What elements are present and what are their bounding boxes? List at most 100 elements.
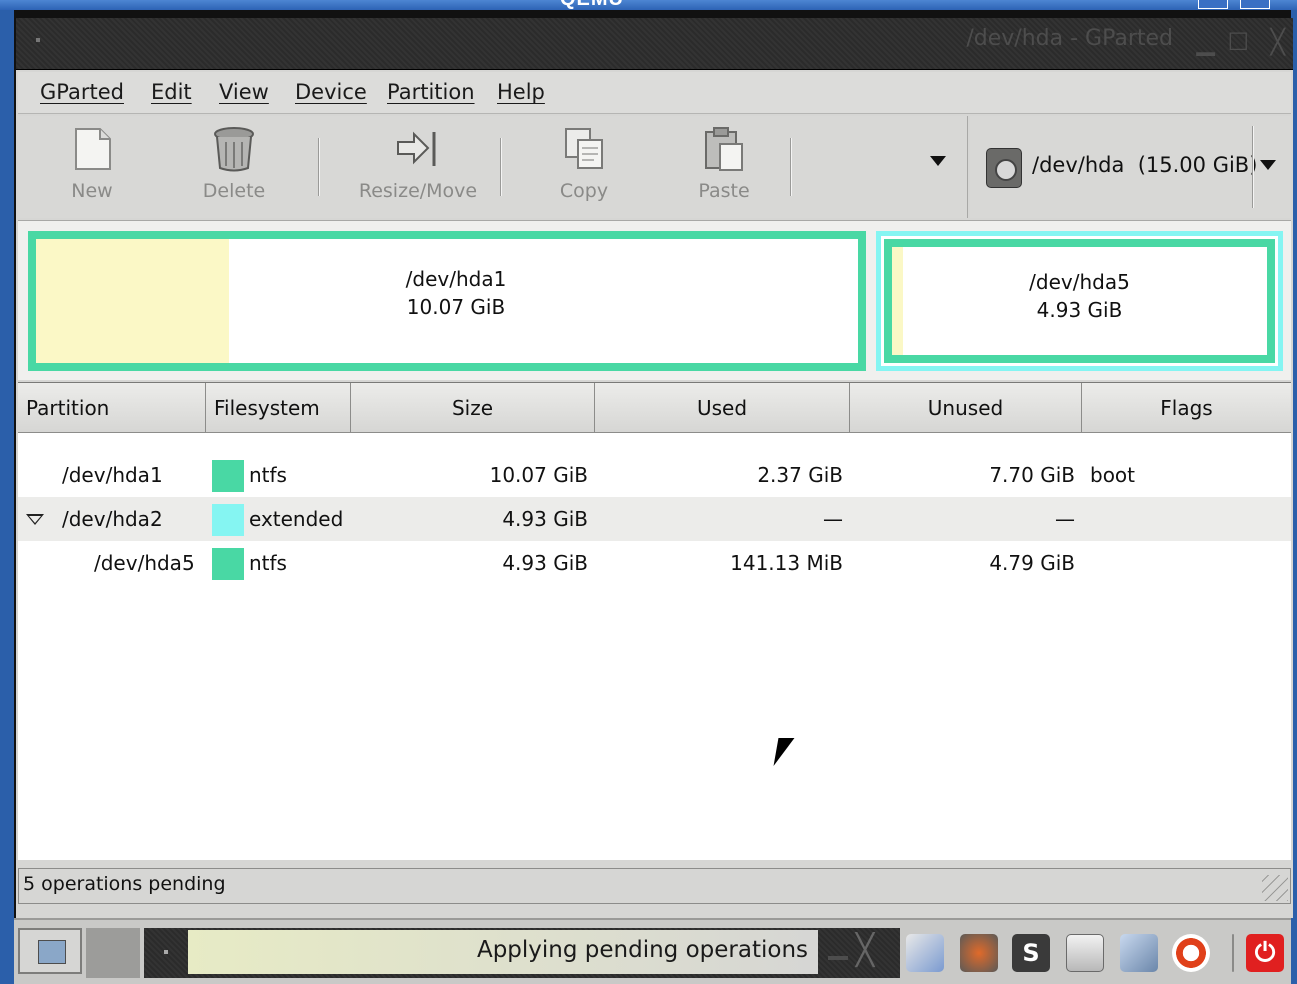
row-size: 4.93 GiB bbox=[502, 551, 588, 575]
toolbar-overflow-icon[interactable] bbox=[930, 156, 946, 166]
filesystem-color-swatch bbox=[212, 504, 244, 536]
row-used: 2.37 GiB bbox=[757, 463, 843, 487]
qemu-close-button[interactable] bbox=[1240, 0, 1270, 9]
toolbar-separator bbox=[500, 138, 502, 196]
taskbar: Applying pending operations ╳ S ⏻ bbox=[14, 918, 1291, 984]
harddisk-icon bbox=[986, 148, 1022, 188]
table-row[interactable]: /dev/hda2 extended 4.93 GiB — — bbox=[18, 497, 1291, 541]
window-titlebar[interactable]: /dev/hda - GParted ▁ ☐ ╳ bbox=[16, 18, 1293, 70]
workspace-pager[interactable] bbox=[86, 928, 140, 978]
hda1-map-label: /dev/hda1 10.07 GiB bbox=[366, 265, 546, 321]
row-flags: boot bbox=[1090, 463, 1136, 487]
qemu-titlebar: QEMU bbox=[0, 0, 1297, 10]
device-selector[interactable]: /dev/hda (15.00 GiB) bbox=[970, 116, 1291, 218]
copy-label: Copy bbox=[559, 180, 609, 202]
hda1-map-size: 10.07 GiB bbox=[406, 295, 506, 319]
device-name: /dev/hda bbox=[1032, 153, 1125, 177]
taskbar-task-button[interactable]: Applying pending operations ╳ bbox=[144, 928, 900, 978]
task-label: Applying pending operations bbox=[476, 937, 808, 963]
document-icon[interactable] bbox=[1066, 934, 1104, 972]
delete-button[interactable]: Delete bbox=[174, 126, 294, 212]
tools-icon[interactable] bbox=[960, 934, 998, 972]
menu-device[interactable]: Device bbox=[295, 80, 367, 104]
task-label-box: Applying pending operations bbox=[188, 930, 818, 974]
gparted-window: /dev/hda - GParted ▁ ☐ ╳ GParted Edit Vi… bbox=[16, 18, 1293, 918]
copy-icon bbox=[565, 128, 603, 169]
window-title: /dev/hda - GParted bbox=[966, 26, 1173, 51]
table-header: Partition Filesystem Size Used Unused Fl… bbox=[18, 383, 1291, 433]
menu-gparted[interactable]: GParted bbox=[40, 80, 124, 104]
hda5-map-label: /dev/hda5 4.93 GiB bbox=[992, 268, 1167, 324]
gparted-icon[interactable] bbox=[1120, 934, 1158, 972]
trash-icon bbox=[214, 127, 254, 172]
partition-table: Partition Filesystem Size Used Unused Fl… bbox=[18, 382, 1291, 860]
hda1-used-area bbox=[36, 239, 230, 363]
device-separator bbox=[1252, 126, 1254, 208]
device-label: /dev/hda (15.00 GiB) bbox=[1032, 153, 1257, 177]
row-size: 4.93 GiB bbox=[502, 507, 588, 531]
new-label: New bbox=[71, 180, 113, 202]
window-menu-icon[interactable] bbox=[36, 38, 40, 42]
header-filesystem[interactable]: Filesystem bbox=[206, 383, 351, 433]
show-desktop-button[interactable] bbox=[18, 928, 82, 974]
row-used: — bbox=[823, 507, 843, 531]
network-icon[interactable] bbox=[906, 934, 944, 972]
menu-bar: GParted Edit View Device Partition Help bbox=[18, 72, 1291, 114]
partition-block-extended[interactable]: /dev/hda5 4.93 GiB bbox=[876, 231, 1283, 371]
expander-triangle-icon[interactable] bbox=[26, 514, 44, 525]
help-lifebuoy-icon[interactable] bbox=[1172, 934, 1210, 972]
power-icon[interactable]: ⏻ bbox=[1246, 934, 1284, 972]
tray-separator bbox=[1232, 934, 1234, 972]
header-used[interactable]: Used bbox=[595, 383, 850, 433]
screenshot-icon[interactable]: S bbox=[1012, 934, 1050, 972]
header-size[interactable]: Size bbox=[351, 383, 595, 433]
qemu-frame-left bbox=[0, 10, 14, 984]
row-size: 10.07 GiB bbox=[489, 463, 588, 487]
paste-button[interactable]: Paste bbox=[664, 126, 784, 212]
copy-button[interactable]: Copy bbox=[524, 126, 644, 212]
device-size: (15.00 GiB) bbox=[1137, 153, 1258, 177]
partition-block-hda5[interactable]: /dev/hda5 4.93 GiB bbox=[884, 239, 1275, 363]
table-row[interactable]: /dev/hda5 ntfs 4.93 GiB 141.13 MiB 4.79 … bbox=[18, 541, 1291, 585]
toolbar-separator bbox=[318, 138, 320, 196]
partition-block-hda1[interactable]: /dev/hda1 10.07 GiB bbox=[28, 231, 866, 371]
qemu-restore-button[interactable] bbox=[1198, 0, 1228, 9]
header-partition[interactable]: Partition bbox=[18, 383, 206, 433]
paste-label: Paste bbox=[698, 180, 750, 202]
row-filesystem: ntfs bbox=[249, 463, 287, 487]
hda1-map-name: /dev/hda1 bbox=[405, 267, 507, 291]
task-menu-icon bbox=[164, 950, 168, 954]
menu-edit[interactable]: Edit bbox=[151, 80, 192, 104]
menu-help[interactable]: Help bbox=[497, 80, 545, 104]
task-minimize-icon[interactable] bbox=[828, 956, 848, 960]
row-partition: /dev/hda1 bbox=[62, 463, 163, 487]
header-flags[interactable]: Flags bbox=[1082, 383, 1291, 433]
new-button[interactable]: New bbox=[32, 126, 152, 212]
chevron-down-icon[interactable] bbox=[1260, 160, 1276, 170]
hda5-used-area bbox=[892, 247, 904, 355]
delete-label: Delete bbox=[202, 180, 266, 202]
table-row[interactable]: /dev/hda1 ntfs 10.07 GiB 2.37 GiB 7.70 G… bbox=[18, 453, 1291, 497]
minimize-icon[interactable]: ▁ bbox=[1197, 30, 1215, 54]
header-unused[interactable]: Unused bbox=[850, 383, 1082, 433]
menu-partition[interactable]: Partition bbox=[387, 80, 475, 104]
desktop-icon bbox=[38, 940, 66, 964]
status-text: 5 operations pending bbox=[23, 873, 226, 895]
close-icon[interactable]: ╳ bbox=[1271, 30, 1285, 54]
hda5-map-name: /dev/hda5 bbox=[1029, 270, 1130, 294]
row-unused: — bbox=[1055, 507, 1075, 531]
menu-view[interactable]: View bbox=[219, 80, 269, 104]
row-partition: /dev/hda2 bbox=[62, 507, 163, 531]
hda5-map-size: 4.93 GiB bbox=[1036, 298, 1123, 322]
toolbar: New Delete Resize/Move Copy Paste bbox=[18, 116, 968, 218]
toolbar-separator bbox=[790, 138, 792, 196]
row-filesystem: ntfs bbox=[249, 551, 287, 575]
status-bar: 5 operations pending bbox=[18, 868, 1291, 904]
maximize-icon[interactable]: ☐ bbox=[1227, 30, 1249, 54]
paste-icon bbox=[705, 127, 743, 171]
resize-arrow-icon bbox=[397, 131, 436, 166]
resize-move-button[interactable]: Resize/Move bbox=[338, 126, 498, 212]
row-partition: /dev/hda5 bbox=[94, 551, 195, 575]
resize-grip-icon[interactable] bbox=[1262, 875, 1288, 901]
task-close-icon[interactable]: ╳ bbox=[856, 932, 874, 970]
